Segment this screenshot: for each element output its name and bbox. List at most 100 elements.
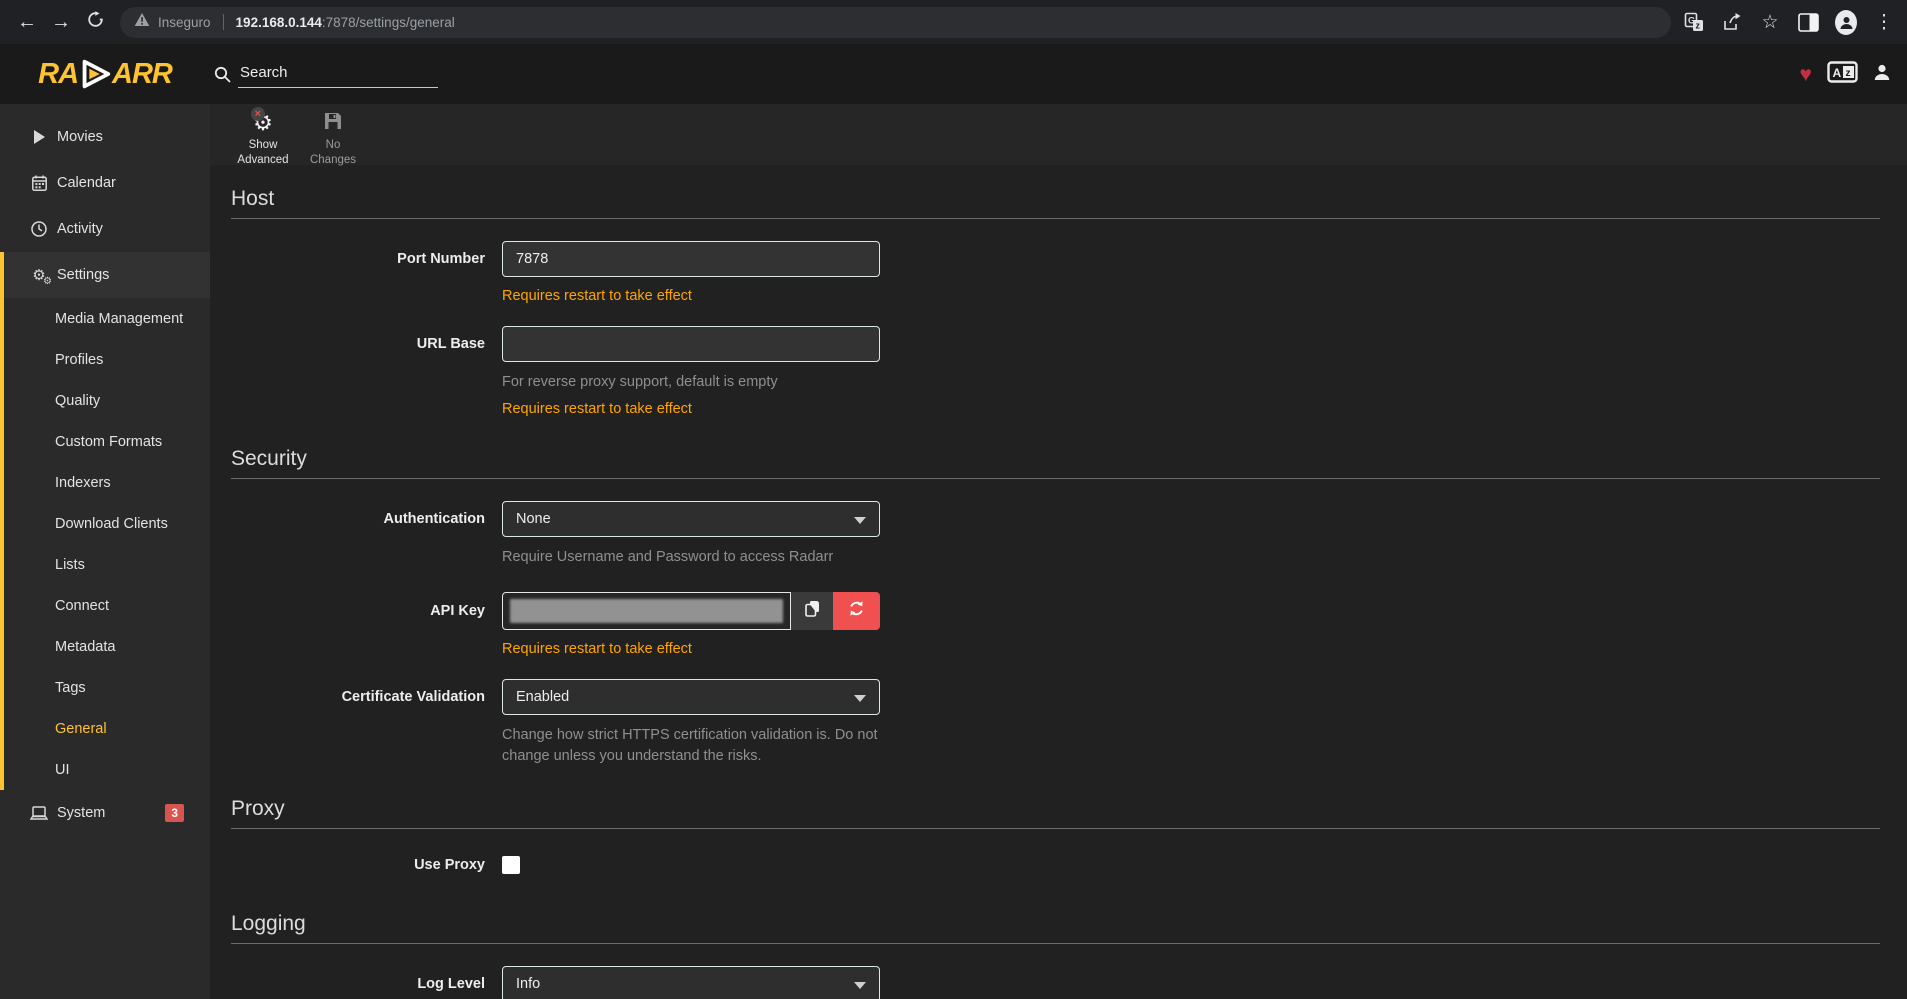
play-icon bbox=[30, 130, 48, 144]
sidebar-item-activity[interactable]: Activity bbox=[0, 206, 210, 252]
sidebar: Movies Calendar Activity ⚙ ⚙ Settings Me… bbox=[0, 104, 210, 999]
url-base-help: For reverse proxy support, default is em… bbox=[502, 372, 880, 393]
sidebar-item-movies[interactable]: Movies bbox=[0, 114, 210, 160]
certificate-validation-row: Certificate Validation Enabled Change ho… bbox=[231, 679, 1880, 767]
calendar-icon bbox=[30, 175, 48, 191]
log-level-value: Info bbox=[516, 976, 540, 992]
api-key-row: API Key bbox=[231, 592, 1880, 657]
svg-text:z: z bbox=[1846, 67, 1851, 78]
use-proxy-checkbox[interactable] bbox=[502, 856, 520, 874]
floppy-save-icon bbox=[323, 111, 343, 136]
sidebar-item-label: Settings bbox=[57, 267, 109, 283]
settings-general-content: Host Port Number Requires restart to tak… bbox=[210, 187, 1907, 999]
browser-menu-kebab-icon[interactable]: ⋮ bbox=[1873, 11, 1895, 33]
logo-text-right: ARR bbox=[112, 58, 172, 91]
chevron-down-icon bbox=[854, 517, 866, 524]
show-advanced-label: Show Advanced bbox=[233, 138, 293, 168]
url-base-restart-warning: Requires restart to take effect bbox=[502, 401, 880, 417]
api-key-redacted-value bbox=[510, 599, 783, 623]
address-divider bbox=[223, 14, 224, 30]
user-icon[interactable] bbox=[1873, 63, 1891, 86]
donate-heart-icon[interactable]: ♥ bbox=[1800, 64, 1812, 85]
use-proxy-row: Use Proxy bbox=[231, 855, 1880, 874]
sidebar-item-label: Activity bbox=[57, 221, 103, 237]
sidebar-item-general[interactable]: General bbox=[4, 708, 210, 749]
translate-page-icon[interactable]: Az bbox=[1827, 61, 1858, 88]
sidebar-item-ui[interactable]: UI bbox=[4, 749, 210, 790]
gears-icon: ⚙ ⚙ bbox=[30, 268, 48, 283]
regenerate-api-key-button[interactable] bbox=[833, 592, 880, 630]
port-number-input[interactable] bbox=[502, 241, 880, 277]
api-key-restart-warning: Requires restart to take effect bbox=[502, 641, 880, 657]
log-level-label: Log Level bbox=[231, 966, 485, 999]
section-security: Security Authentication None Require Use… bbox=[231, 447, 1880, 767]
side-panel-icon[interactable] bbox=[1797, 11, 1819, 33]
browser-forward-button[interactable]: → bbox=[44, 5, 78, 39]
api-key-label: API Key bbox=[231, 592, 485, 630]
api-key-input[interactable] bbox=[502, 592, 791, 630]
sidebar-item-label: Calendar bbox=[57, 175, 116, 191]
show-advanced-button[interactable]: ⚙ × Show Advanced bbox=[228, 110, 298, 168]
port-number-row: Port Number Requires restart to take eff… bbox=[231, 241, 1880, 304]
clock-icon bbox=[30, 221, 48, 237]
certificate-validation-value: Enabled bbox=[516, 689, 569, 705]
save-changes-button[interactable]: No Changes bbox=[298, 110, 368, 168]
authentication-value: None bbox=[516, 511, 551, 527]
certificate-validation-label: Certificate Validation bbox=[231, 679, 485, 715]
bookmark-star-icon[interactable]: ☆ bbox=[1759, 11, 1781, 33]
authentication-row: Authentication None Require Username and… bbox=[231, 501, 1880, 568]
section-title-logging: Logging bbox=[231, 912, 1880, 944]
section-title-host: Host bbox=[231, 187, 1880, 219]
svg-text:z: z bbox=[1696, 21, 1701, 31]
url-base-input[interactable] bbox=[502, 326, 880, 362]
sidebar-item-download-clients[interactable]: Download Clients bbox=[4, 503, 210, 544]
refresh-icon bbox=[848, 600, 865, 622]
no-changes-label: No Changes bbox=[303, 138, 363, 168]
radarr-header: RA ARR ♥ Az bbox=[0, 44, 1907, 104]
certificate-validation-select[interactable]: Enabled bbox=[502, 679, 880, 715]
section-host: Host Port Number Requires restart to tak… bbox=[231, 187, 1880, 417]
browser-profile-avatar[interactable] bbox=[1835, 11, 1857, 33]
certificate-validation-help: Change how strict HTTPS certification va… bbox=[502, 725, 880, 767]
security-state-label[interactable]: Inseguro bbox=[158, 15, 211, 30]
reload-icon bbox=[87, 11, 104, 34]
sidebar-item-custom-formats[interactable]: Custom Formats bbox=[4, 421, 210, 462]
sidebar-item-lists[interactable]: Lists bbox=[4, 544, 210, 585]
sidebar-item-tags[interactable]: Tags bbox=[4, 667, 210, 708]
copy-api-key-button[interactable] bbox=[791, 592, 833, 630]
authentication-help: Require Username and Password to access … bbox=[502, 547, 880, 568]
log-level-select[interactable]: Info bbox=[502, 966, 880, 999]
search-icon bbox=[214, 66, 231, 83]
advanced-off-x-icon: × bbox=[251, 107, 265, 121]
copy-icon bbox=[805, 600, 820, 622]
svg-text:A: A bbox=[1833, 66, 1842, 80]
laptop-icon bbox=[30, 806, 48, 821]
chevron-down-icon bbox=[854, 982, 866, 989]
sidebar-item-connect[interactable]: Connect bbox=[4, 585, 210, 626]
browser-toolbar: ← → Inseguro 192.168.0.144 :7878/setting… bbox=[0, 0, 1907, 44]
browser-reload-button[interactable] bbox=[78, 5, 112, 39]
address-bar[interactable]: Inseguro 192.168.0.144 :7878/settings/ge… bbox=[120, 7, 1671, 38]
log-level-row: Log Level Info bbox=[231, 966, 1880, 999]
authentication-select[interactable]: None bbox=[502, 501, 880, 537]
sidebar-item-system[interactable]: System 3 bbox=[0, 790, 210, 836]
sidebar-item-calendar[interactable]: Calendar bbox=[0, 160, 210, 206]
sidebar-item-settings[interactable]: ⚙ ⚙ Settings bbox=[4, 252, 210, 298]
sidebar-item-media-management[interactable]: Media Management bbox=[4, 298, 210, 339]
translate-icon[interactable]: Gz bbox=[1683, 11, 1705, 33]
logo-text-left: RA bbox=[38, 58, 78, 91]
system-health-badge: 3 bbox=[165, 804, 184, 822]
global-search bbox=[214, 61, 438, 88]
radarr-logo[interactable]: RA ARR bbox=[0, 55, 210, 93]
use-proxy-label: Use Proxy bbox=[231, 856, 485, 874]
sidebar-item-quality[interactable]: Quality bbox=[4, 380, 210, 421]
sidebar-item-metadata[interactable]: Metadata bbox=[4, 626, 210, 667]
section-title-proxy: Proxy bbox=[231, 797, 1880, 829]
share-icon[interactable] bbox=[1721, 11, 1743, 33]
browser-back-button[interactable]: ← bbox=[10, 5, 44, 39]
sidebar-item-indexers[interactable]: Indexers bbox=[4, 462, 210, 503]
search-input[interactable] bbox=[238, 61, 438, 88]
sidebar-item-label: Movies bbox=[57, 129, 103, 145]
sidebar-item-profiles[interactable]: Profiles bbox=[4, 339, 210, 380]
not-secure-warning-icon[interactable] bbox=[134, 12, 150, 32]
